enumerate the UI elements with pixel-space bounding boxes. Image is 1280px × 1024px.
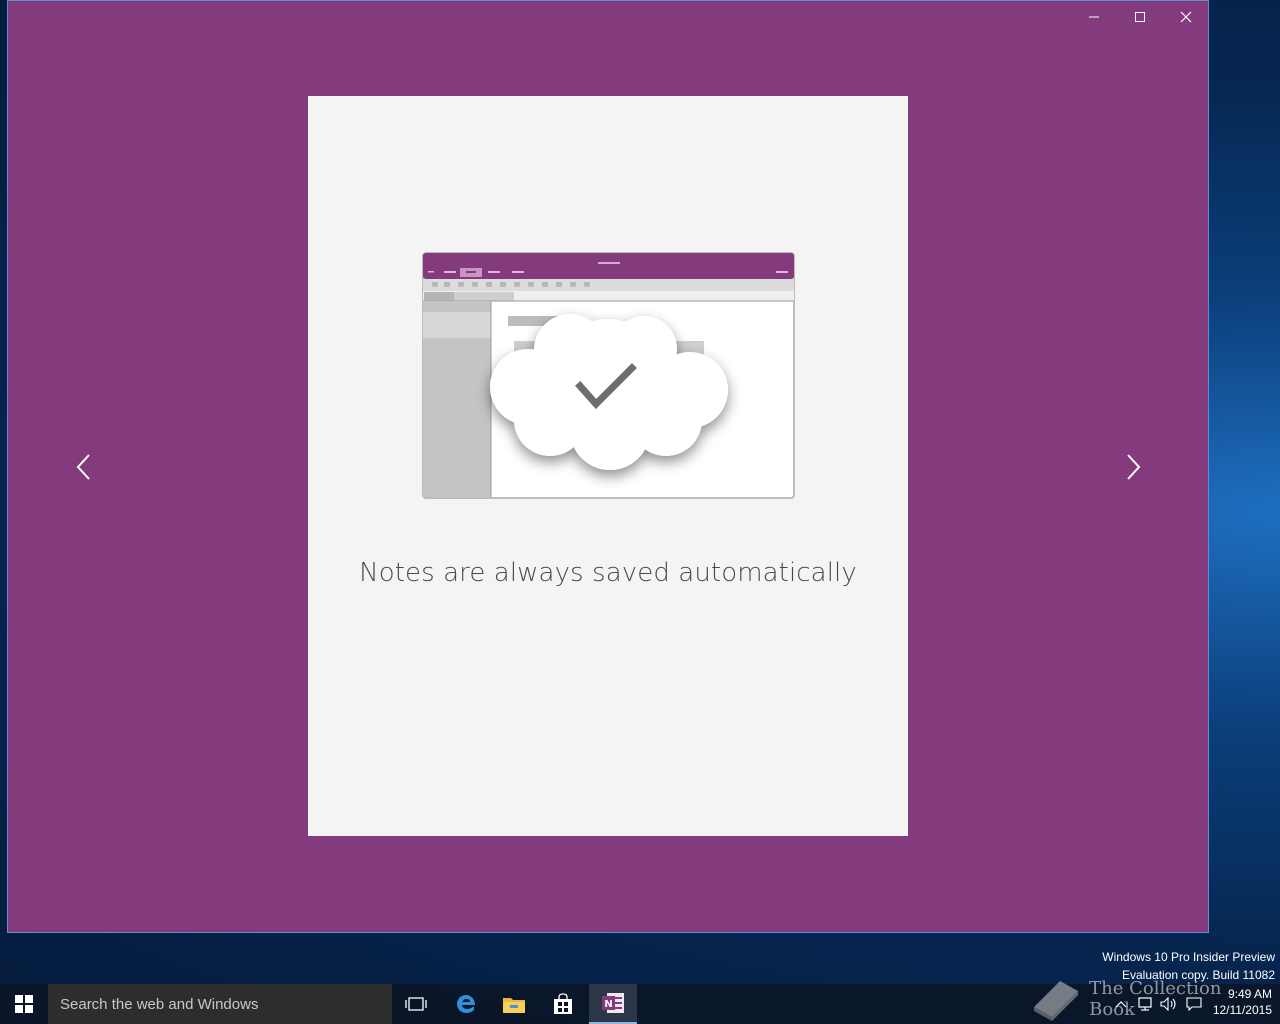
search-box[interactable] — [48, 984, 392, 1024]
task-view-button[interactable] — [392, 984, 440, 1024]
brand-logo: The Collection Book — [1030, 975, 1270, 1023]
previous-slide-button[interactable] — [66, 449, 102, 485]
store-bag-icon — [554, 993, 572, 1014]
minimize-icon — [1089, 16, 1099, 18]
edge-browser-icon — [457, 995, 475, 1013]
maximize-icon — [1135, 12, 1145, 22]
slide-caption: Notes are always saved automatically — [359, 558, 857, 588]
book-icon — [1034, 981, 1078, 1021]
store-button[interactable] — [539, 984, 587, 1024]
brand-logo-text: The Collection Book — [1089, 978, 1222, 1020]
close-button[interactable] — [1163, 1, 1209, 33]
start-button[interactable] — [0, 984, 48, 1024]
windows-logo-icon — [15, 995, 33, 1013]
chevron-left-icon — [76, 454, 90, 480]
onenote-cloud-saved-icon — [422, 252, 795, 499]
onenote-window: Notes are always saved automatically — [7, 0, 1209, 933]
svg-text:N: N — [604, 999, 612, 1010]
onenote-taskbar-button[interactable]: N — [589, 984, 637, 1024]
onenote-icon: N — [602, 993, 624, 1013]
edge-button[interactable] — [442, 984, 490, 1024]
search-input[interactable] — [60, 995, 392, 1013]
next-slide-button[interactable] — [1115, 449, 1151, 485]
intro-slide-card: Notes are always saved automatically — [308, 96, 908, 836]
watermark-edition: Windows 10 Pro Insider Preview — [1102, 950, 1275, 964]
close-icon — [1180, 11, 1192, 23]
task-view-icon — [405, 997, 427, 1011]
maximize-button[interactable] — [1117, 1, 1163, 33]
file-explorer-button[interactable] — [490, 984, 538, 1024]
minimize-button[interactable] — [1071, 1, 1117, 33]
chevron-right-icon — [1127, 454, 1141, 480]
folder-icon — [503, 998, 525, 1013]
